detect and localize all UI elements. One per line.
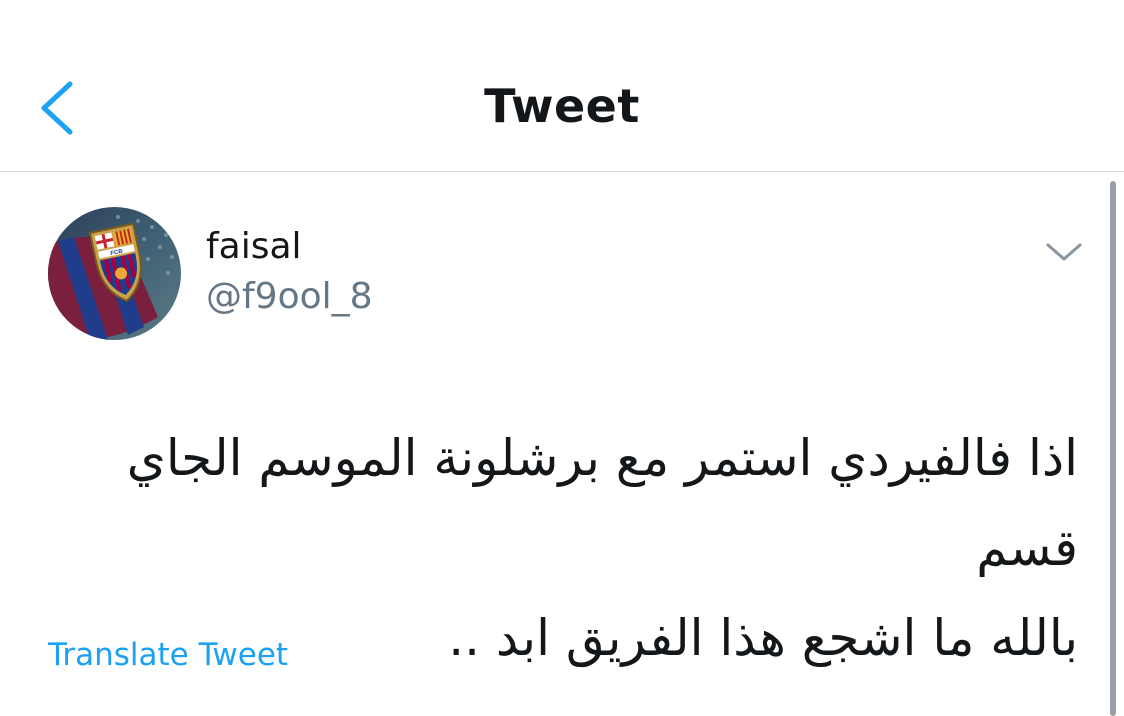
fc-barcelona-crest-avatar: FCB	[48, 207, 181, 340]
tweet-text-line: اذا فالفيردي استمر مع برشلونة الموسم الج…	[126, 429, 1078, 577]
navigation-header: Tweet	[0, 0, 1124, 172]
tweet-menu-button[interactable]	[1040, 231, 1088, 275]
tweet-card: FCB faisal @f9ool_8 اذا فالفيردي استمر م…	[0, 173, 1124, 716]
avatar[interactable]: FCB	[48, 207, 181, 340]
user-handle[interactable]: @f9ool_8	[206, 275, 373, 319]
chevron-down-icon	[1046, 243, 1082, 261]
scrollbar[interactable]	[1110, 181, 1116, 716]
tweet-detail-screen: Tweet FCB faisal @f9ool_8 اذا فالفيردي ا…	[0, 0, 1124, 716]
translate-tweet-link[interactable]: Translate Tweet	[48, 635, 288, 675]
page-title: Tweet	[484, 79, 640, 133]
user-display-name[interactable]: faisal	[206, 225, 302, 269]
